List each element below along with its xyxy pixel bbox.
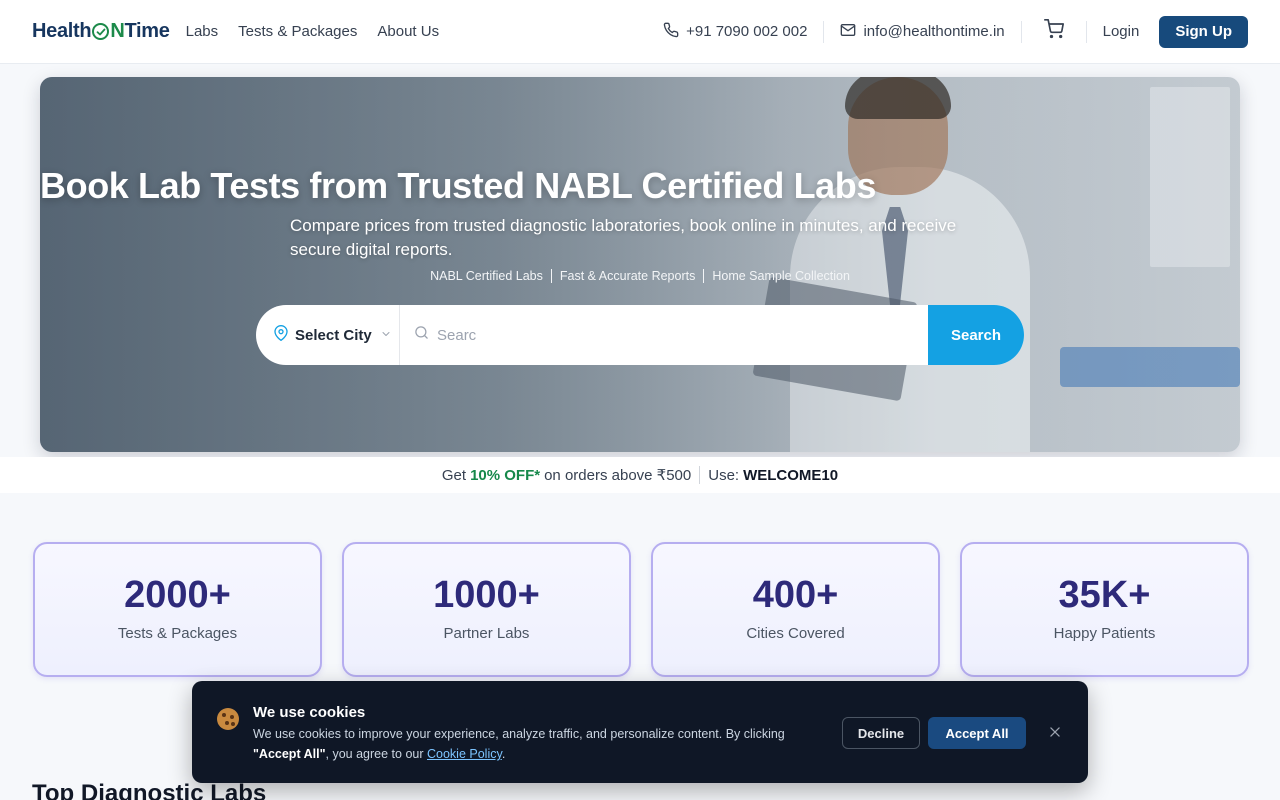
stat-label: Happy Patients (1053, 625, 1156, 642)
nav-about-us[interactable]: About Us (377, 23, 439, 40)
decline-button[interactable]: Decline (842, 717, 920, 749)
logo-text-health: Health (32, 20, 92, 42)
search-input[interactable] (437, 326, 928, 344)
cookie-text: . (501, 747, 506, 761)
cart-icon (1043, 19, 1064, 44)
promo-code: WELCOME10 (743, 466, 839, 484)
search-field (400, 305, 928, 365)
cookie-banner: We use cookies We use cookies to improve… (192, 681, 1088, 783)
cookie-text: We use cookies to improve your experienc… (253, 727, 785, 741)
cookie-policy-link[interactable]: Cookie Policy (427, 747, 502, 761)
location-pin-icon (273, 325, 289, 345)
offer-discount: 10% OFF* (470, 466, 541, 484)
divider (699, 466, 701, 484)
logo-text-time: Time (124, 20, 170, 42)
mail-icon (840, 22, 856, 42)
cookie-text: , you agree to our (325, 747, 424, 761)
email-address: info@healthontime.in (863, 23, 1005, 40)
stat-value: 1000+ (433, 574, 540, 616)
check-icon (92, 23, 110, 40)
stat-value: 2000+ (124, 574, 231, 616)
feature-item: Home Sample Collection (712, 269, 850, 283)
search-icon (414, 325, 429, 345)
cookie-text-bold: "Accept All" (253, 747, 326, 761)
header-actions: +91 7090 002 002 info@healthontime.in Lo… (647, 15, 1248, 48)
cookie-icon (217, 708, 239, 730)
cookie-title: We use cookies (253, 704, 366, 721)
main-nav: Labs Tests & Packages About Us (186, 23, 439, 40)
logo[interactable]: Health N Time (32, 20, 170, 43)
stat-card: 400+ Cities Covered (651, 542, 940, 677)
logo-text-n: N (110, 20, 125, 42)
stat-card: 1000+ Partner Labs (342, 542, 631, 677)
hero-banner: Book Lab Tests from Trusted NABL Certifi… (40, 77, 1240, 452)
offer-use-label: Use: (708, 466, 740, 484)
feature-item: NABL Certified Labs (430, 269, 543, 283)
offer-condition: on orders above ₹500 (544, 467, 692, 484)
stat-value: 400+ (752, 574, 839, 616)
stat-label: Cities Covered (746, 625, 845, 642)
hero-subtitle: Compare prices from trusted diagnostic l… (290, 216, 957, 259)
signup-button[interactable]: Sign Up (1159, 15, 1248, 48)
hero-features: NABL Certified Labs Fast & Accurate Repo… (40, 269, 1240, 283)
feature-item: Fast & Accurate Reports (559, 269, 696, 283)
hero-title: Book Lab Tests from Trusted NABL Certifi… (40, 165, 876, 206)
stat-label: Partner Labs (443, 625, 530, 642)
phone-number: +91 7090 002 002 (686, 23, 808, 40)
offer-prefix: Get (441, 466, 467, 484)
search-bar: Select City Search (256, 305, 1024, 365)
stat-card: 2000+ Tests & Packages (33, 542, 322, 677)
divider (703, 269, 705, 283)
stat-card: 35K+ Happy Patients (960, 542, 1249, 677)
accept-all-button[interactable]: Accept All (928, 717, 1026, 749)
phone-icon (663, 22, 679, 42)
nav-tests-packages[interactable]: Tests & Packages (238, 23, 357, 40)
divider (550, 269, 552, 283)
cookie-message: We use cookies to improve your experienc… (253, 724, 813, 764)
city-select[interactable]: Select City (256, 305, 400, 365)
phone-contact[interactable]: +91 7090 002 002 (647, 22, 823, 42)
close-icon[interactable] (1048, 725, 1062, 739)
offer-banner: Get 10% OFF* on orders above ₹500 Use: W… (0, 457, 1280, 493)
hero-overlay (40, 77, 1240, 452)
site-header: Health N Time Labs Tests & Packages Abou… (0, 0, 1280, 64)
cart-button[interactable] (1022, 19, 1086, 44)
search-button[interactable]: Search (928, 305, 1024, 365)
email-contact[interactable]: info@healthontime.in (824, 22, 1020, 42)
nav-labs[interactable]: Labs (186, 23, 219, 40)
chevron-down-icon (380, 327, 392, 344)
login-link[interactable]: Login (1087, 23, 1156, 40)
stat-value: 35K+ (1058, 574, 1151, 616)
city-select-label: Select City (295, 326, 372, 344)
section-title: Top Diagnostic Labs (32, 780, 267, 800)
stat-label: Tests & Packages (117, 625, 238, 642)
